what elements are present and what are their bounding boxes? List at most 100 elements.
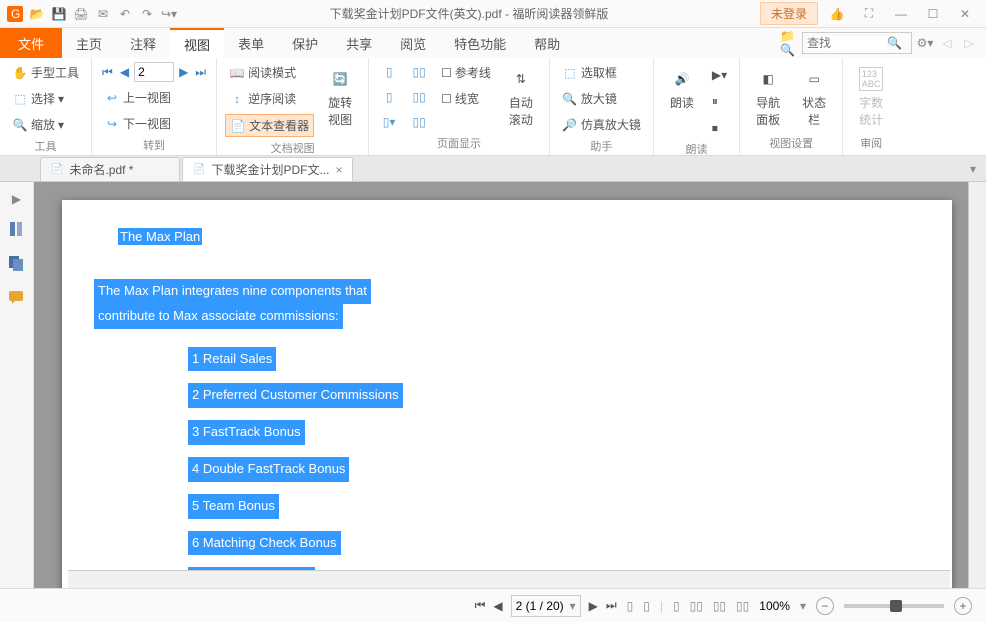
folder-search-icon[interactable]: 📁🔍 bbox=[780, 34, 798, 52]
close-tab-icon[interactable]: × bbox=[335, 163, 342, 177]
hand-tool-button[interactable]: ✋手型工具 bbox=[8, 62, 83, 83]
last-page-button[interactable]: ⏭ bbox=[193, 63, 208, 82]
nav-panel-button[interactable]: ◧ 导航 面板 bbox=[748, 62, 788, 132]
menu-read[interactable]: 阅览 bbox=[386, 28, 440, 58]
sb-layout-6-icon[interactable]: ▯▯ bbox=[736, 599, 749, 613]
menu-protect[interactable]: 保护 bbox=[278, 28, 332, 58]
page-number-input[interactable] bbox=[134, 62, 174, 82]
layout-3-button[interactable]: ▯▾ bbox=[377, 112, 401, 132]
tabs-menu-icon[interactable]: ▾ bbox=[970, 162, 976, 176]
sb-page-indicator[interactable]: 2 (1 / 20)▾ bbox=[511, 595, 581, 617]
page-nav: ⏮ ◀ ▶ ⏭ bbox=[100, 62, 208, 82]
next-view-button[interactable]: ↪下一视图 bbox=[100, 113, 208, 134]
rotate-view-button[interactable]: 🔄 旋转 视图 bbox=[320, 62, 360, 132]
quick-access-toolbar: G 📂 💾 🖨 ✉ ↶ ↷ ↪▾ bbox=[0, 5, 178, 23]
autoscroll-button[interactable]: ⇅ 自动 滚动 bbox=[501, 62, 541, 132]
zoom-thumb[interactable] bbox=[890, 600, 902, 612]
menu-help[interactable]: 帮助 bbox=[520, 28, 574, 58]
menu-share[interactable]: 共享 bbox=[332, 28, 386, 58]
doc-title: The Max Plan bbox=[118, 228, 202, 245]
marquee-button[interactable]: ⬚选取框 bbox=[558, 62, 645, 83]
expand-panel-icon[interactable]: ▶ bbox=[12, 192, 21, 206]
pages-icon[interactable] bbox=[7, 254, 27, 274]
zoom-in-button[interactable]: + bbox=[954, 597, 972, 615]
menu-annotate[interactable]: 注释 bbox=[116, 28, 170, 58]
zoom-out-button[interactable]: − bbox=[816, 597, 834, 615]
first-page-button[interactable]: ⏮ bbox=[100, 63, 115, 82]
next-page-button[interactable]: ▶ bbox=[177, 63, 190, 81]
zoom-tool-button[interactable]: 🔍缩放▾ bbox=[8, 114, 83, 135]
comments-icon[interactable] bbox=[7, 288, 27, 308]
layout-2-button[interactable]: ▯ bbox=[377, 87, 401, 107]
loupe-button[interactable]: 🔎仿真放大镜 bbox=[558, 114, 645, 135]
search-input[interactable] bbox=[807, 36, 887, 50]
search-go-icon[interactable]: 🔍 bbox=[887, 36, 902, 50]
ribbon-group-viewset: ◧ 导航 面板 ▭ 状态 栏 视图设置 bbox=[740, 58, 843, 155]
layout-6-button[interactable]: ▯▯ bbox=[407, 112, 431, 132]
reverse-read-button[interactable]: ↕逆序阅读 bbox=[225, 88, 314, 109]
document-viewport[interactable]: The Max Plan The Max Plan integrates nin… bbox=[34, 182, 968, 588]
dropdown-icon[interactable]: ↪▾ bbox=[160, 5, 178, 23]
sb-layout-2-icon[interactable]: ▯ bbox=[643, 599, 650, 613]
maximize-icon[interactable]: ☐ bbox=[920, 3, 946, 25]
thumbs-icon[interactable]: 👍 bbox=[824, 3, 850, 25]
menu-features[interactable]: 特色功能 bbox=[440, 28, 520, 58]
doc-tab-2[interactable]: 📄 下载奖金计划PDF文... × bbox=[182, 157, 353, 181]
next-result-icon[interactable]: ▷ bbox=[960, 34, 978, 52]
redo-icon[interactable]: ↷ bbox=[138, 5, 156, 23]
select-tool-button[interactable]: ⬚选择▾ bbox=[8, 88, 83, 109]
document-tabs: 📄 未命名.pdf * 📄 下载奖金计划PDF文... × ▾ bbox=[0, 156, 986, 182]
page-icon: ▯ bbox=[381, 89, 397, 105]
prev-result-icon[interactable]: ◁ bbox=[938, 34, 956, 52]
minimize-icon[interactable]: — bbox=[888, 3, 914, 25]
vertical-scrollbar[interactable] bbox=[968, 182, 986, 588]
bookmarks-icon[interactable] bbox=[7, 220, 27, 240]
horizontal-scrollbar[interactable] bbox=[68, 570, 950, 588]
menu-view[interactable]: 视图 bbox=[170, 28, 224, 58]
linewidth-button[interactable]: ☐线宽 bbox=[437, 88, 495, 109]
login-badge[interactable]: 未登录 bbox=[760, 2, 818, 25]
status-bar-button[interactable]: ▭ 状态 栏 bbox=[794, 62, 834, 132]
word-count-button[interactable]: 123ABC 字数 统计 bbox=[851, 62, 891, 132]
layout-4-button[interactable]: ▯▯ bbox=[407, 62, 431, 82]
sb-layout-3-icon[interactable]: ▯ bbox=[673, 599, 680, 613]
sb-layout-1-icon[interactable]: ▯ bbox=[627, 599, 634, 613]
search-box[interactable]: 🔍 bbox=[802, 32, 912, 54]
sb-last-page-button[interactable]: ⏭ bbox=[606, 598, 617, 613]
doc-tab-1[interactable]: 📄 未命名.pdf * bbox=[40, 157, 180, 181]
chevron-down-icon: ▾ bbox=[58, 118, 64, 132]
save-icon[interactable]: 💾 bbox=[50, 5, 68, 23]
read-mode-button[interactable]: 📖阅读模式 bbox=[225, 62, 314, 83]
menu-form[interactable]: 表单 bbox=[224, 28, 278, 58]
read-opt-2[interactable]: ⏸ bbox=[708, 92, 731, 111]
prev-view-button[interactable]: ↩上一视图 bbox=[100, 87, 208, 108]
read-opt-3[interactable]: ⏹ bbox=[708, 119, 731, 138]
close-icon[interactable]: ✕ bbox=[952, 3, 978, 25]
group-label-viewset: 视图设置 bbox=[748, 132, 834, 151]
sb-prev-page-button[interactable]: ◀ bbox=[493, 599, 502, 613]
prev-page-button[interactable]: ◀ bbox=[118, 63, 131, 81]
layout-5-button[interactable]: ▯▯ bbox=[407, 87, 431, 107]
sb-next-page-button[interactable]: ▶ bbox=[589, 599, 598, 613]
magnifier-button[interactable]: 🔍放大镜 bbox=[558, 88, 645, 109]
settings-icon[interactable]: ⚙▾ bbox=[916, 34, 934, 52]
next-view-icon: ↪ bbox=[104, 116, 120, 132]
zoom-dropdown-icon[interactable]: ▾ bbox=[800, 599, 806, 613]
open-icon[interactable]: 📂 bbox=[28, 5, 46, 23]
sb-first-page-button[interactable]: ⏮ bbox=[475, 598, 486, 613]
zoom-slider[interactable] bbox=[844, 604, 944, 608]
undo-icon[interactable]: ↶ bbox=[116, 5, 134, 23]
print-icon[interactable]: 🖨 bbox=[72, 5, 90, 23]
read-aloud-button[interactable]: 🔊 朗读 bbox=[662, 62, 702, 115]
ruler-button[interactable]: ☐参考线 bbox=[437, 62, 495, 83]
menu-home[interactable]: 主页 bbox=[62, 28, 116, 58]
loupe-icon: 🔎 bbox=[562, 117, 578, 133]
read-opt-1[interactable]: ▶▾ bbox=[708, 66, 731, 84]
sb-layout-5-icon[interactable]: ▯▯ bbox=[713, 599, 726, 613]
text-viewer-button[interactable]: 📄文本查看器 bbox=[225, 114, 314, 137]
sb-layout-4-icon[interactable]: ▯▯ bbox=[690, 599, 703, 613]
layout-1-button[interactable]: ▯ bbox=[377, 62, 401, 82]
ribbon-toggle-icon[interactable]: ⛶ bbox=[856, 3, 882, 25]
file-menu[interactable]: 文件 bbox=[0, 28, 62, 58]
email-icon[interactable]: ✉ bbox=[94, 5, 112, 23]
